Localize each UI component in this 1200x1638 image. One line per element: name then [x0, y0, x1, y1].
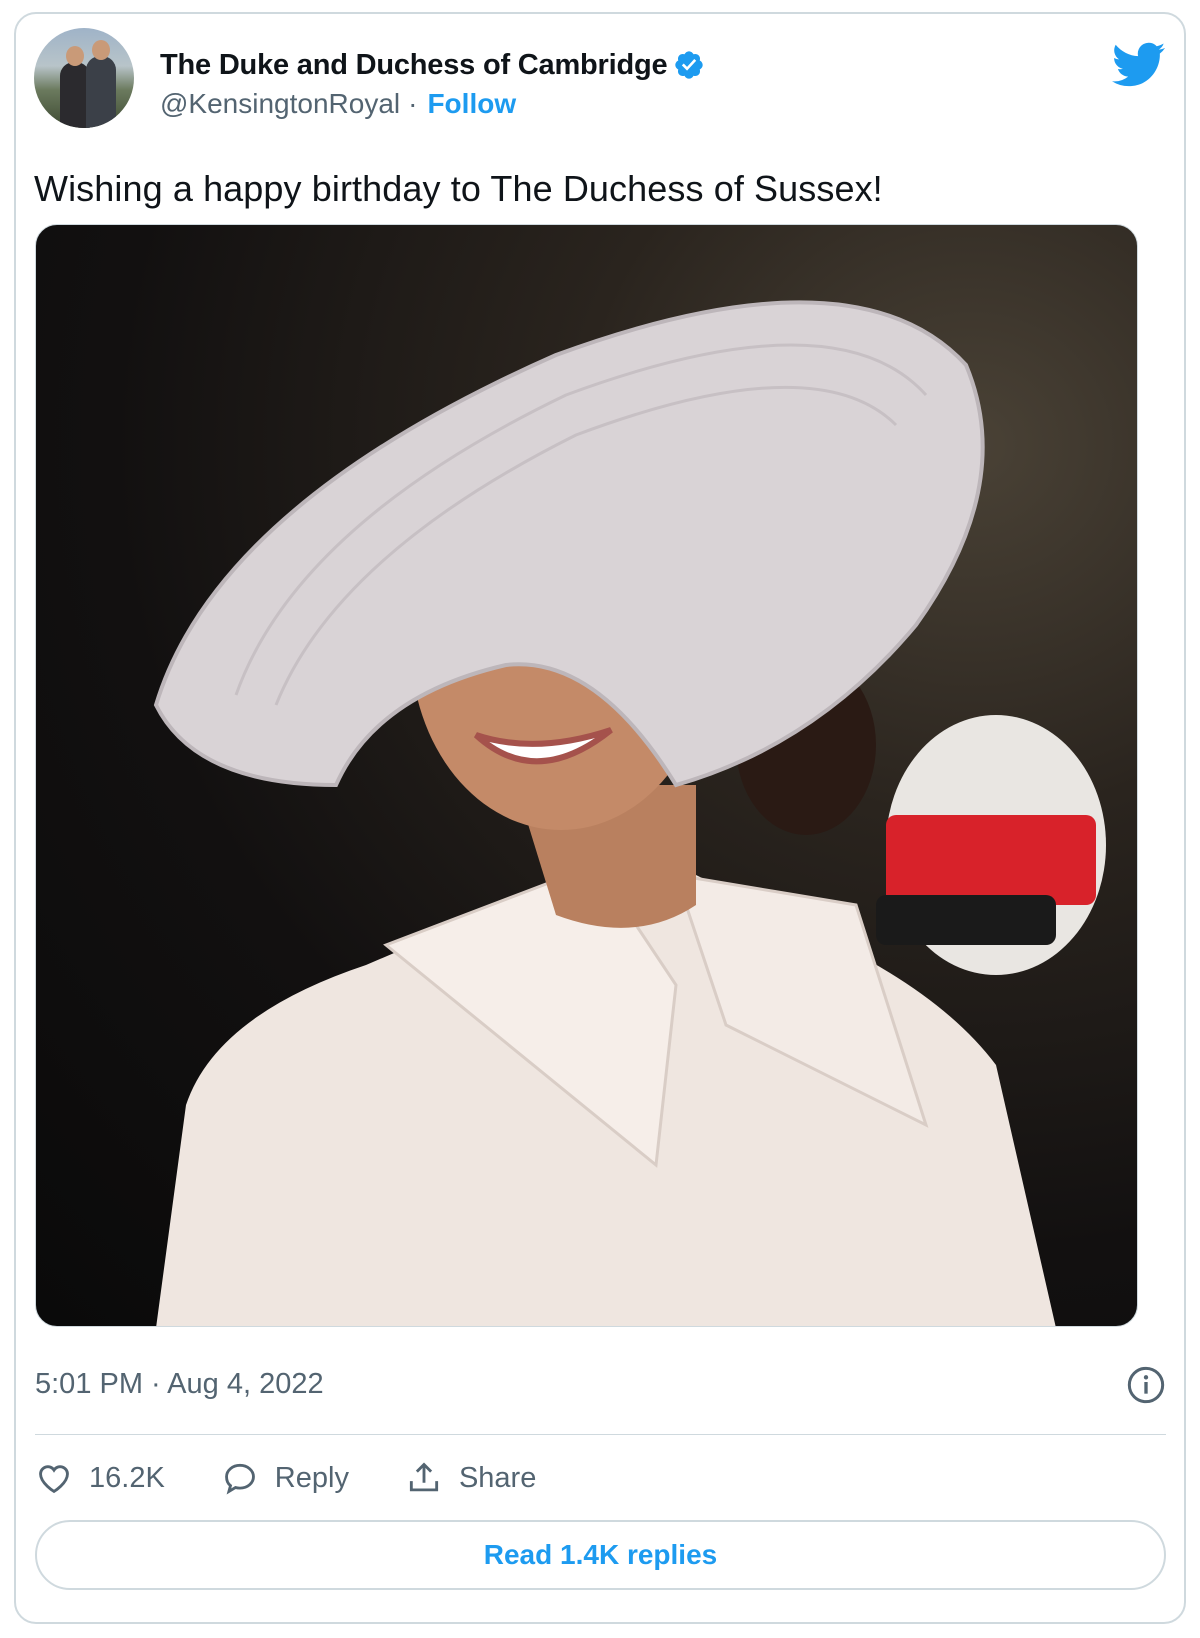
divider	[35, 1434, 1166, 1435]
tweet-photo[interactable]	[35, 224, 1138, 1327]
reply-label: Reply	[274, 1461, 349, 1494]
tweet-actions: 16.2K Reply Share	[35, 1452, 592, 1504]
avatar[interactable]	[34, 28, 134, 128]
read-replies-button[interactable]: Read 1.4K replies	[35, 1520, 1166, 1590]
display-name-row: The Duke and Duchess of Cambridge	[160, 48, 705, 82]
tweet-text: Wishing a happy birthday to The Duchess …	[34, 168, 883, 209]
author-display-name[interactable]: The Duke and Duchess of Cambridge	[160, 49, 668, 82]
tweet-timestamp[interactable]: 5:01 PM · Aug 4, 2022	[35, 1368, 324, 1401]
share-label: Share	[458, 1461, 537, 1494]
author-handle[interactable]: @KensingtonRoyal	[160, 88, 400, 120]
reply-button[interactable]: Reply	[221, 1459, 349, 1497]
twitter-bird-icon[interactable]	[1112, 42, 1166, 88]
author-info: The Duke and Duchess of Cambridge @Kensi…	[160, 48, 705, 122]
photo-illustration	[153, 300, 1106, 1326]
tweet-header: The Duke and Duchess of Cambridge @Kensi…	[34, 28, 1166, 128]
photo-shape	[886, 815, 1096, 905]
verified-badge-icon	[675, 51, 704, 79]
avatar-figure	[86, 56, 116, 128]
like-count: 16.2K	[89, 1461, 165, 1494]
handle-row: @KensingtonRoyal · Follow	[160, 86, 705, 122]
separator: ·	[408, 88, 418, 119]
info-icon[interactable]	[1126, 1365, 1166, 1405]
follow-button[interactable]: Follow	[427, 88, 516, 120]
share-icon	[409, 1462, 439, 1492]
comment-icon	[224, 1463, 255, 1495]
avatar-figure	[66, 46, 84, 66]
avatar-figure	[92, 40, 110, 60]
share-button[interactable]: Share	[405, 1459, 536, 1497]
like-button[interactable]: 16.2K	[35, 1459, 165, 1497]
photo-shape	[876, 895, 1056, 945]
heart-icon	[39, 1465, 69, 1494]
